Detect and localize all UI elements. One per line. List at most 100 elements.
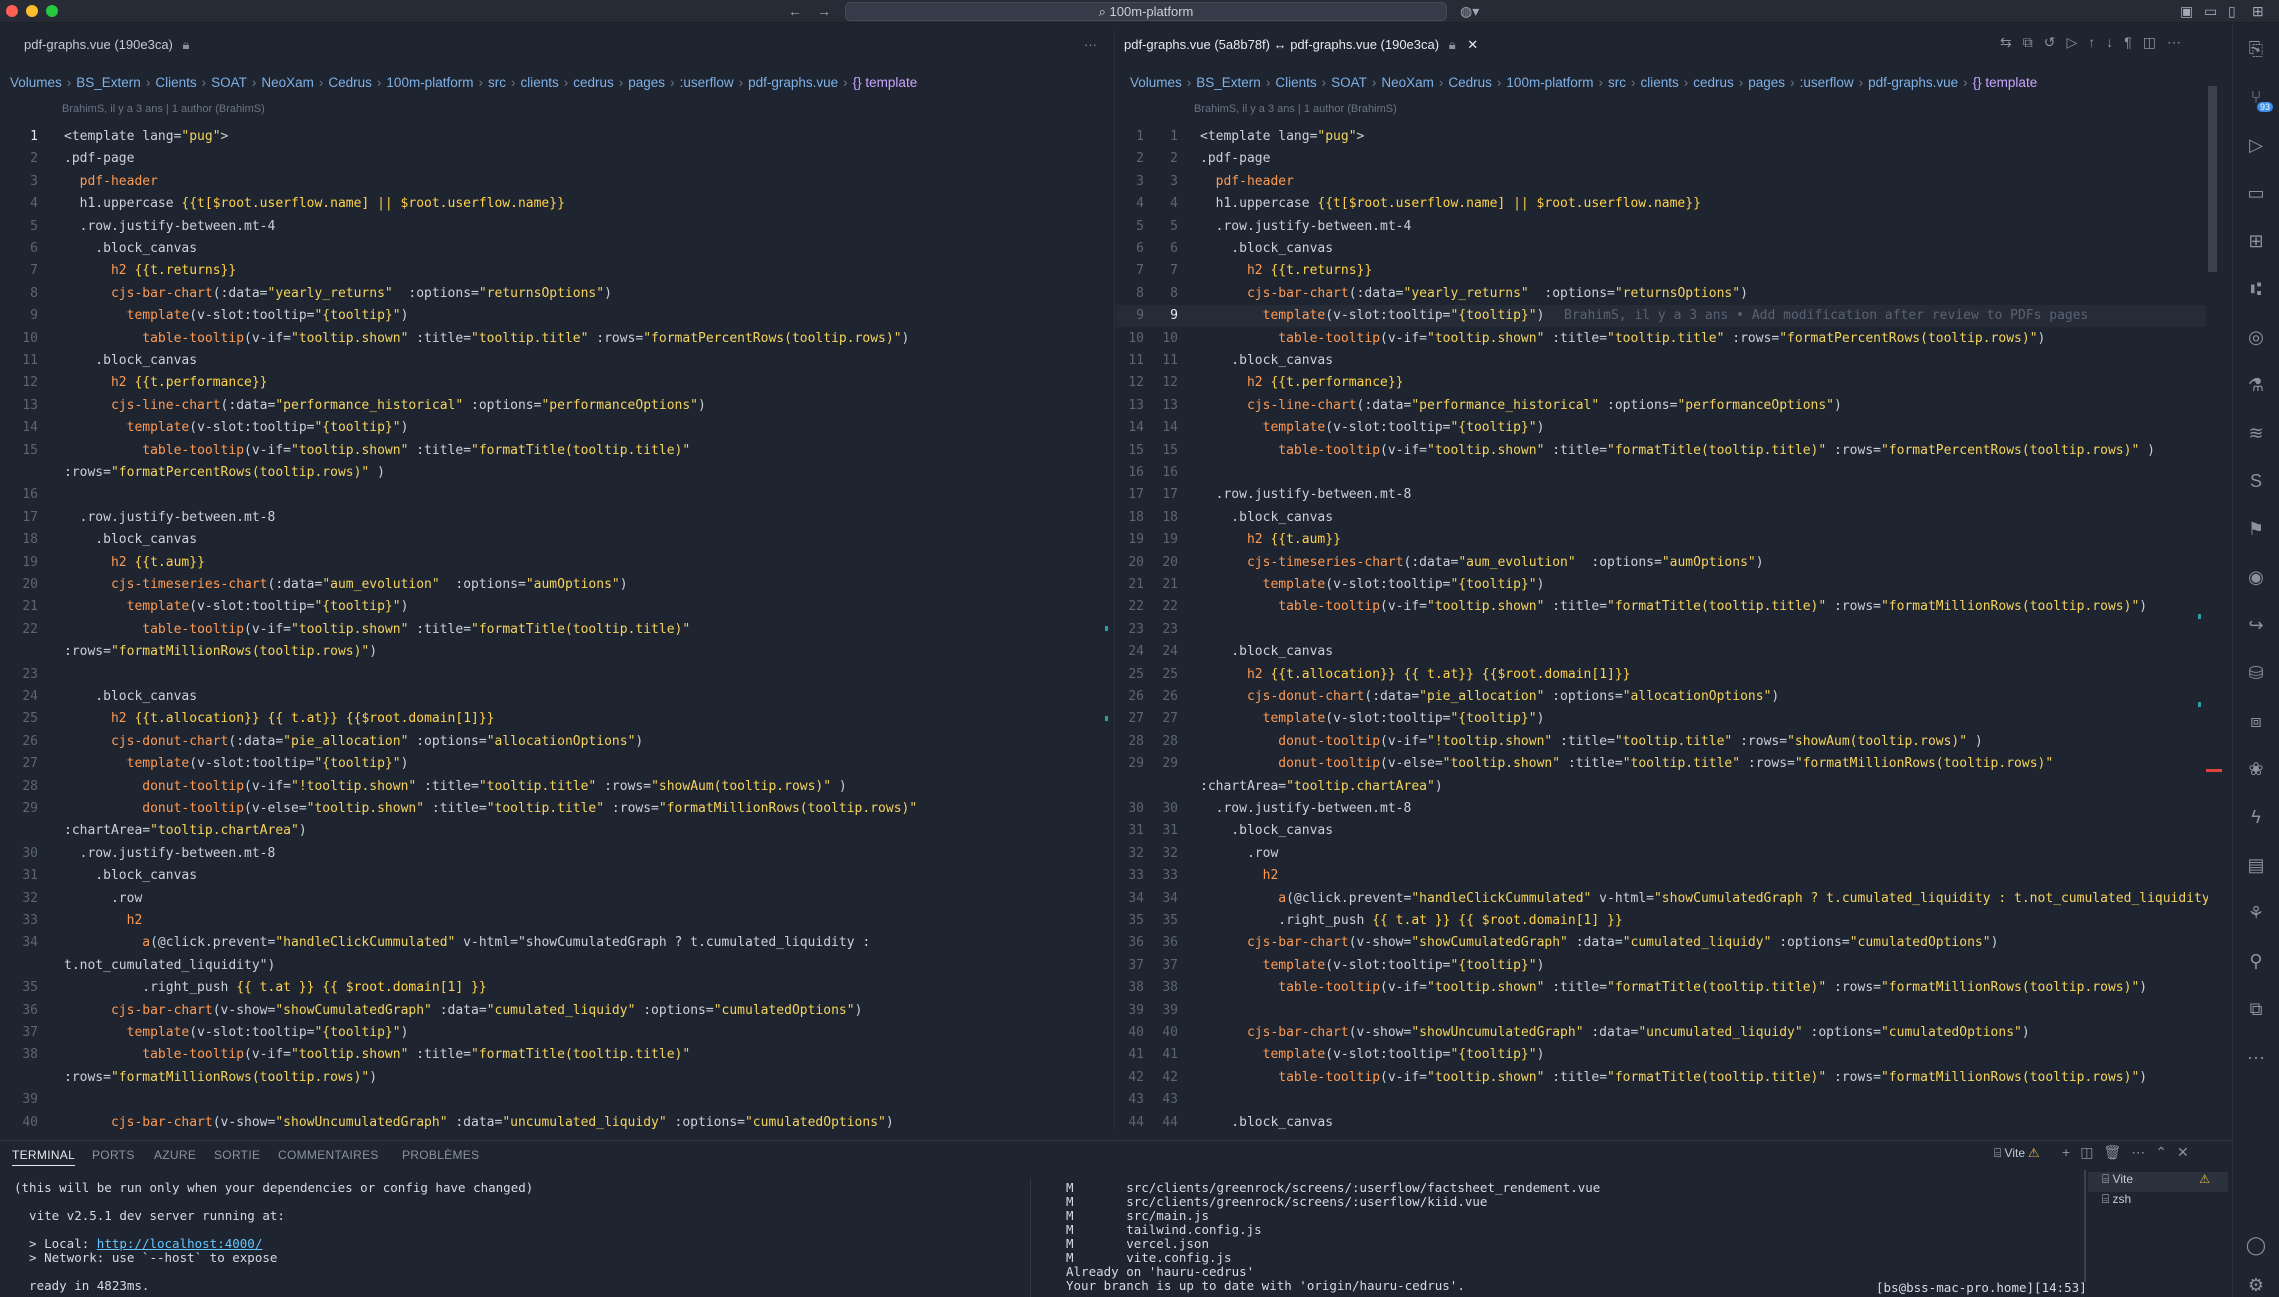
code-line[interactable]: 15 table-tooltip(v-if="tooltip.shown" :t… bbox=[0, 440, 1110, 462]
breadcrumb-item[interactable]: pdf-graphs.vue bbox=[748, 75, 838, 90]
maximize-window-button[interactable] bbox=[46, 5, 58, 17]
close-panel-icon[interactable]: ✕ bbox=[2177, 1144, 2199, 1160]
panel-tab-azure[interactable]: AZURE bbox=[154, 1148, 196, 1162]
terminal-selector[interactable]: ⌸ Vite ⚠ bbox=[1994, 1146, 2039, 1161]
breadcrumb-item[interactable]: SOAT bbox=[1331, 75, 1367, 90]
breadcrumb-item[interactable]: src bbox=[1608, 75, 1626, 90]
code-line[interactable]: 39 bbox=[0, 1089, 1110, 1111]
diff-line[interactable]: 32 32 .row bbox=[1116, 843, 2206, 865]
breadcrumb-item[interactable]: src bbox=[488, 75, 506, 90]
terminal-sash[interactable] bbox=[2084, 1170, 2086, 1282]
thunder-client-icon[interactable]: ϟ bbox=[2245, 806, 2267, 828]
breadcrumb-item[interactable]: cedrus bbox=[1693, 75, 1734, 90]
code-line[interactable]: 2 .pdf-page bbox=[0, 148, 1110, 170]
diff-line[interactable]: 99 template(v-slot:tooltip="{tooltip}") B… bbox=[1116, 305, 2206, 328]
diff-line[interactable]: 42 42 table-tooltip(v-if="tooltip.shown" … bbox=[1116, 1067, 2206, 1089]
code-line[interactable]: 19 h2 {{t.aum}} bbox=[0, 552, 1110, 574]
breadcrumb-item[interactable]: SOAT bbox=[211, 75, 247, 90]
close-window-button[interactable] bbox=[6, 5, 18, 17]
code-line[interactable]: 34 a(@click.prevent="handleClickCummulat… bbox=[0, 932, 1110, 954]
breadcrumb-item[interactable]: cedrus bbox=[573, 75, 614, 90]
run-icon[interactable]: ▷ bbox=[2066, 34, 2088, 50]
code-line[interactable]: 21 template(v-slot:tooltip="{tooltip}") bbox=[0, 596, 1110, 618]
open-changes-icon[interactable]: ⇆ bbox=[2000, 34, 2023, 50]
panel-tab-ports[interactable]: PORTS bbox=[92, 1148, 135, 1162]
manage-gear-icon[interactable]: ⚙ bbox=[2245, 1274, 2267, 1296]
code-line[interactable]: 14 template(v-slot:tooltip="{tooltip}") bbox=[0, 417, 1110, 439]
breadcrumb-item[interactable]: {} template bbox=[853, 75, 918, 90]
code-line[interactable]: 12 h2 {{t.performance}} bbox=[0, 372, 1110, 394]
bookmarks-icon[interactable]: ⚑ bbox=[2245, 518, 2267, 540]
diff-line[interactable]: 36 36 cjs-bar-chart(v-show="showCumulated… bbox=[1116, 932, 2206, 954]
terminal-list-item[interactable]: ⌸ zsh bbox=[2088, 1192, 2228, 1212]
code-line[interactable]: 1 <template lang="pug"> bbox=[0, 126, 1110, 148]
code-line[interactable]: 37 template(v-slot:tooltip="{tooltip}") bbox=[0, 1022, 1110, 1044]
more-icon[interactable]: ··· bbox=[2245, 1046, 2267, 1068]
diff-line[interactable]: 33 pdf-header bbox=[1116, 171, 2206, 193]
code-line[interactable]: :rows="formatMillionRows(tooltip.rows)") bbox=[0, 1067, 1110, 1089]
extensions-icon[interactable]: ⊞ bbox=[2245, 230, 2267, 252]
next-change-icon[interactable]: ↓ bbox=[2106, 34, 2124, 50]
diff-line[interactable]: 31 31 .block_canvas bbox=[1116, 820, 2206, 842]
diff-line[interactable]: 23 23 bbox=[1116, 619, 2206, 641]
terminal-divider[interactable] bbox=[1030, 1178, 1031, 1297]
code-line[interactable]: 18 .block_canvas bbox=[0, 529, 1110, 551]
local-url-link[interactable]: http://localhost:4000/ bbox=[97, 1236, 263, 1251]
code-line[interactable]: :rows="formatMillionRows(tooltip.rows)") bbox=[0, 641, 1110, 663]
diff-line[interactable]: 27 27 template(v-slot:tooltip="{tooltip}"… bbox=[1116, 708, 2206, 730]
diff-line[interactable]: 16 16 bbox=[1116, 462, 2206, 484]
diff-line[interactable]: 44 h1.uppercase {{t[$root.userflow.name]… bbox=[1116, 193, 2206, 215]
minimize-window-button[interactable] bbox=[26, 5, 38, 17]
testing-lab-icon[interactable]: ⚘ bbox=[2245, 902, 2267, 924]
code-line[interactable]: 32 .row bbox=[0, 888, 1110, 910]
diff-line[interactable]: 35 35 .right_push {{ t.at }} {{ $root.dom… bbox=[1116, 910, 2206, 932]
panel-tab-terminal[interactable]: TERMINAL bbox=[12, 1148, 76, 1166]
diff-line[interactable]: 14 14 template(v-slot:tooltip="{tooltip}"… bbox=[1116, 417, 2206, 439]
stripe-icon[interactable]: S bbox=[2245, 470, 2267, 492]
breadcrumb-item[interactable]: clients bbox=[520, 75, 558, 90]
code-line[interactable]: 27 template(v-slot:tooltip="{tooltip}") bbox=[0, 753, 1110, 775]
github-icon[interactable]: ◉ bbox=[2245, 566, 2267, 588]
diff-line[interactable]: 21 21 template(v-slot:tooltip="{tooltip}"… bbox=[1116, 574, 2206, 596]
diff-line[interactable]: 34 34 a(@click.prevent="handleClickCummul… bbox=[1116, 888, 2208, 910]
breadcrumb-item[interactable]: 100m-platform bbox=[386, 75, 473, 90]
revert-icon[interactable]: ↺ bbox=[2044, 34, 2067, 50]
scrollbar-thumb[interactable] bbox=[2208, 86, 2217, 272]
terminal-output-right[interactable]: M src/clients/greenrock/screens/:userflo… bbox=[1066, 1181, 1600, 1293]
remote-explorer-icon[interactable]: ▭ bbox=[2245, 182, 2267, 204]
panel-tab-sortie[interactable]: SORTIE bbox=[214, 1148, 260, 1162]
code-line[interactable]: 4 h1.uppercase {{t[$root.userflow.name] … bbox=[0, 193, 1110, 215]
diff-line[interactable]: 40 40 cjs-bar-chart(v-show="showUncumulat… bbox=[1116, 1022, 2206, 1044]
diff-line[interactable]: 22 22 table-tooltip(v-if="tooltip.shown" … bbox=[1116, 596, 2206, 618]
kill-terminal-icon[interactable]: 🗑︎ bbox=[2103, 1144, 2131, 1160]
code-line[interactable]: 38 table-tooltip(v-if="tooltip.shown" :t… bbox=[0, 1044, 1110, 1066]
sidebar-toggle-icon[interactable]: ▯ bbox=[2228, 3, 2236, 20]
split-editor-icon[interactable]: ◫ bbox=[2143, 34, 2167, 50]
diff-line[interactable]: 1 1 <template lang="pug"> bbox=[1116, 126, 2206, 148]
code-line[interactable]: 33 h2 bbox=[0, 910, 1110, 932]
more-icon[interactable]: ⋯ bbox=[2131, 1144, 2155, 1160]
code-line[interactable]: 11 .block_canvas bbox=[0, 350, 1110, 372]
diff-line[interactable]: 37 37 template(v-slot:tooltip="{tooltip}"… bbox=[1116, 955, 2206, 977]
diff-line[interactable]: 17 17 .row.justify-between.mt-8 bbox=[1116, 484, 2206, 506]
code-line[interactable]: 3 pdf-header bbox=[0, 171, 1110, 193]
panel-tab-commentaires[interactable]: COMMENTAIRES bbox=[278, 1148, 379, 1162]
code-line[interactable]: 30 .row.justify-between.mt-8 bbox=[0, 843, 1110, 865]
code-line[interactable]: 17 .row.justify-between.mt-8 bbox=[0, 507, 1110, 529]
diff-line[interactable]: 44 44 .block_canvas bbox=[1116, 1112, 2206, 1130]
code-line[interactable]: 36 cjs-bar-chart(v-show="showCumulatedGr… bbox=[0, 1000, 1110, 1022]
diff-line[interactable]: 77 h2 {{t.returns}} bbox=[1116, 260, 2206, 282]
terminal-list-item[interactable]: ⌸ Vite ⚠ bbox=[2088, 1172, 2228, 1192]
editor-right-diff[interactable]: 1 1 <template lang="pug"> 2 2 .pdf-page 3 3 pdf… bbox=[1116, 100, 2208, 1130]
diff-line[interactable]: 19 19 h2 {{t.aum}} bbox=[1116, 529, 2206, 551]
terminal-output-left[interactable]: (this will be run only when your depende… bbox=[14, 1181, 533, 1293]
live-share-icon[interactable]: ↪ bbox=[2245, 614, 2267, 636]
editor-left[interactable]: 1 <template lang="pug"> 2 .pdf-page 3 pdf-he… bbox=[0, 100, 1112, 1130]
accounts-icon[interactable]: ◯ bbox=[2245, 1234, 2267, 1256]
diff-line[interactable]: 18 18 .block_canvas bbox=[1116, 507, 2206, 529]
diff-line[interactable]: 88 cjs-bar-chart(:data="yearly_returns" … bbox=[1116, 283, 2206, 305]
copy-icon[interactable]: ⧉ bbox=[2023, 34, 2044, 50]
gitlens-icon[interactable]: ◎ bbox=[2245, 326, 2267, 348]
previous-change-icon[interactable]: ↑ bbox=[2088, 34, 2106, 50]
forward-arrow-icon[interactable]: → bbox=[817, 3, 831, 19]
